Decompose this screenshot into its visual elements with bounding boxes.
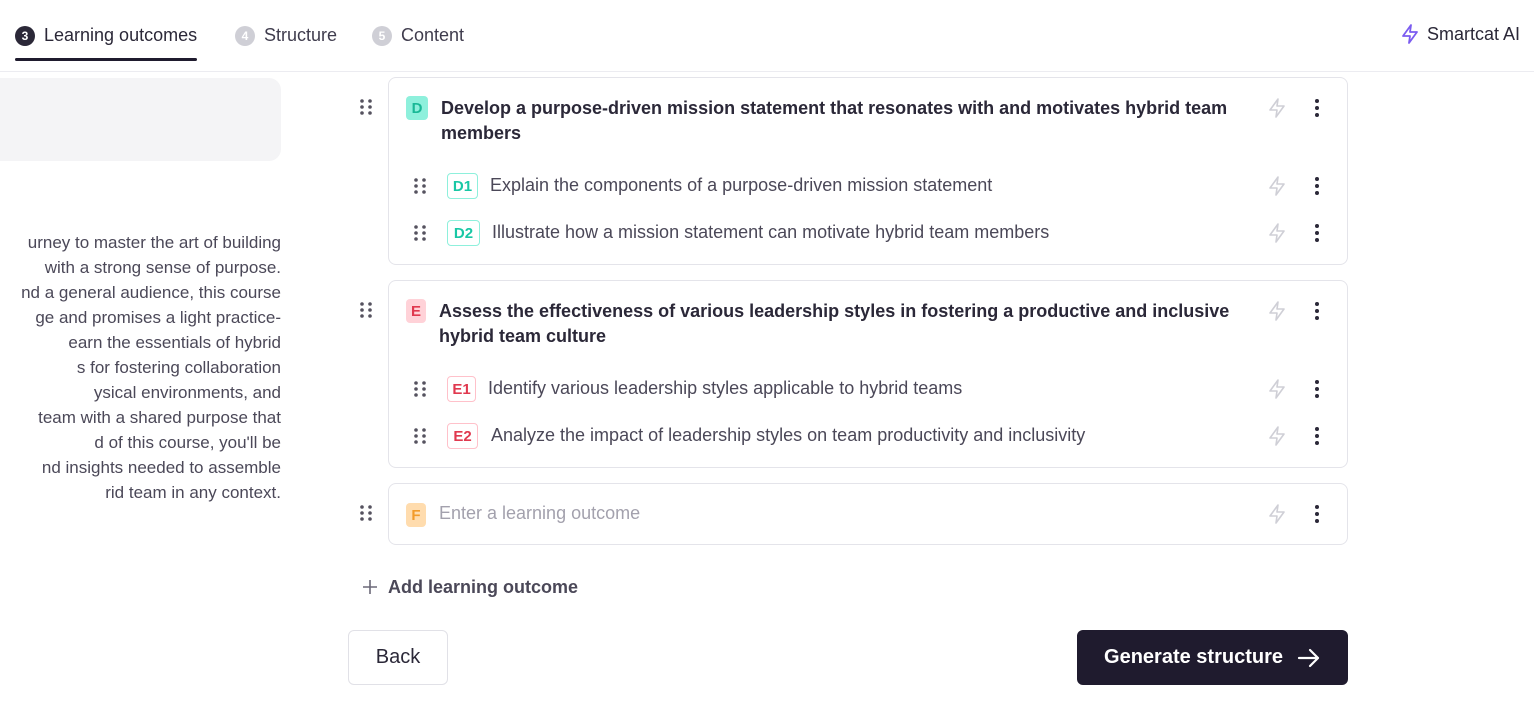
description-line: team with a shared purpose that [38, 408, 281, 427]
more-options-icon[interactable] [1307, 301, 1327, 321]
sub-outcome-text[interactable]: Explain the components of a purpose-driv… [490, 175, 992, 196]
lightning-icon[interactable] [1267, 98, 1287, 118]
add-learning-outcome-button[interactable]: Add learning outcome [362, 575, 578, 599]
lightning-icon[interactable] [1267, 223, 1287, 243]
add-learning-outcome-label: Add learning outcome [388, 576, 579, 597]
step-label: Learning outcomes [44, 25, 198, 45]
description-line: s for fostering collaboration [76, 358, 281, 377]
step-learning-outcomes[interactable]: 3 Learning outcomes [15, 0, 198, 71]
sub-outcome-code-badge: D2 [447, 220, 480, 246]
sub-outcome-text[interactable]: Identify various leadership styles appli… [488, 378, 962, 399]
more-options-icon[interactable] [1307, 379, 1327, 399]
outcome-letter-badge: D [406, 96, 428, 120]
more-options-icon[interactable] [1307, 504, 1327, 524]
drag-handle-icon[interactable] [359, 504, 373, 522]
sub-outcome-text[interactable]: Analyze the impact of leadership styles … [491, 425, 1085, 446]
step-label: Content [401, 25, 465, 45]
learning-outcome-input[interactable]: Enter a learning outcome [439, 503, 640, 524]
sub-outcome-code-badge: E1 [447, 376, 476, 402]
sub-outcome-code-badge: E2 [447, 423, 478, 449]
lightning-icon[interactable] [1267, 426, 1287, 446]
generate-structure-label: Generate structure [1104, 646, 1283, 668]
drag-handle-icon[interactable] [413, 177, 427, 195]
top-bar: 3 Learning outcomes 4 Structure 5 Conten… [0, 0, 1534, 72]
more-options-icon[interactable] [1307, 176, 1327, 196]
course-summary-card [0, 78, 281, 161]
sub-outcome-text[interactable]: Illustrate how a mission statement can m… [492, 222, 1049, 243]
drag-handle-icon[interactable] [359, 301, 373, 319]
more-options-icon[interactable] [1307, 426, 1327, 446]
outcome-letter-badge: E [406, 299, 426, 323]
step-structure[interactable]: 4 Structure [235, 0, 337, 71]
course-description: urney to master the art of building with… [0, 230, 281, 505]
generate-structure-button[interactable]: Generate structure [1077, 630, 1348, 685]
lightning-icon[interactable] [1267, 301, 1287, 321]
description-line: urney to master the art of building [27, 233, 281, 252]
lightning-icon[interactable] [1267, 176, 1287, 196]
lightning-icon[interactable] [1267, 379, 1287, 399]
plus-icon [363, 580, 377, 594]
description-line: nd insights needed to assemble [41, 458, 281, 477]
description-line: rid team in any context. [105, 483, 281, 502]
lightning-icon [1402, 24, 1418, 44]
step-number: 3 [15, 25, 35, 46]
step-label: Structure [264, 25, 338, 45]
drag-handle-icon[interactable] [413, 427, 427, 445]
smartcat-ai-button[interactable]: Smartcat AI [1401, 0, 1520, 68]
more-options-icon[interactable] [1307, 223, 1327, 243]
description-line: d of this course, you'll be [94, 433, 281, 452]
description-line: with a strong sense of purpose. [44, 258, 281, 277]
back-button[interactable]: Back [348, 630, 448, 685]
step-number: 4 [235, 25, 255, 46]
more-options-icon[interactable] [1307, 98, 1327, 118]
step-content[interactable]: 5 Content [372, 0, 464, 71]
outcome-title[interactable]: Develop a purpose-driven mission stateme… [441, 96, 1241, 146]
sub-outcome-code-badge: D1 [447, 173, 478, 199]
lightning-icon[interactable] [1267, 504, 1287, 524]
outcome-card-d: D Develop a purpose-driven mission state… [388, 77, 1348, 265]
new-outcome-card[interactable]: F Enter a learning outcome [388, 483, 1348, 545]
smartcat-ai-label: Smartcat AI [1426, 23, 1520, 44]
arrow-right-icon [1297, 648, 1320, 667]
drag-handle-icon[interactable] [359, 98, 373, 116]
outcome-letter-badge: F [406, 503, 426, 527]
step-number: 5 [372, 25, 392, 46]
outcome-card-e: E Assess the effectiveness of various le… [388, 280, 1348, 468]
drag-handle-icon[interactable] [413, 224, 427, 242]
description-line: ge and promises a light practice- [35, 308, 281, 327]
drag-handle-icon[interactable] [413, 380, 427, 398]
description-line: nd a general audience, this course [21, 283, 281, 302]
description-line: earn the essentials of hybrid [68, 333, 281, 352]
outcome-title[interactable]: Assess the effectiveness of various lead… [439, 299, 1239, 349]
description-line: ysical environments, and [93, 383, 281, 402]
